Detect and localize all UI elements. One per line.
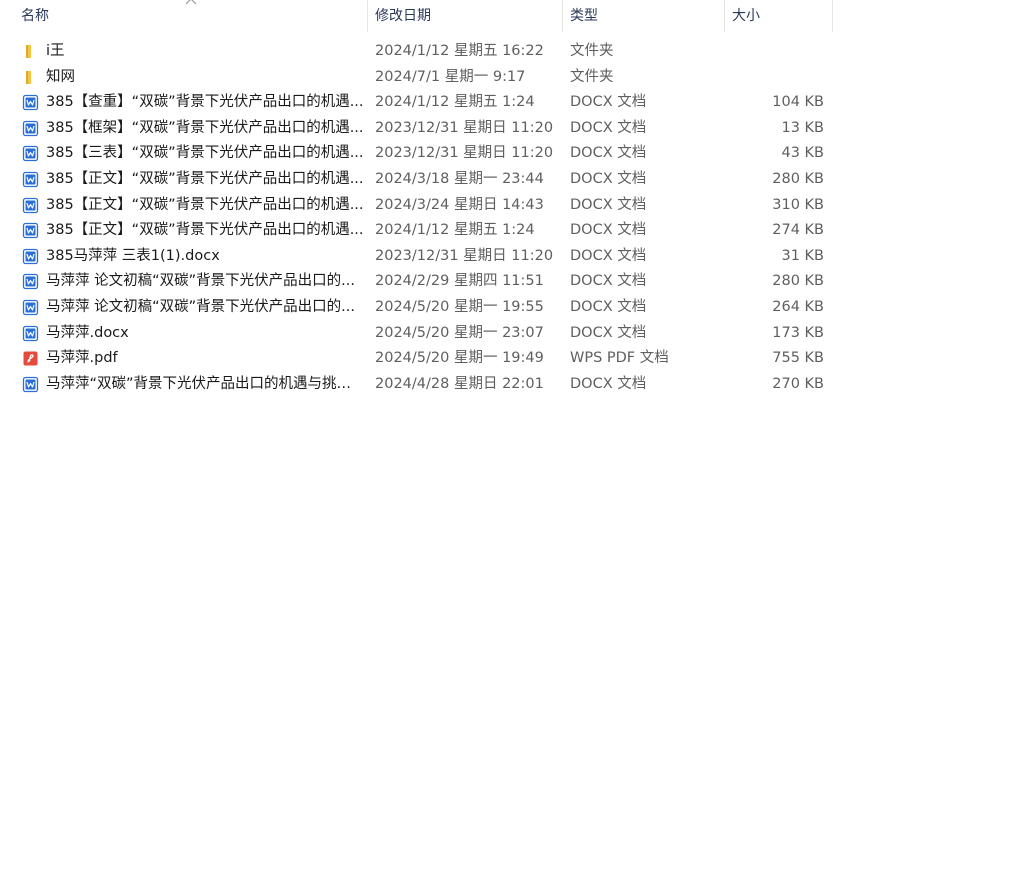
file-name: 385【框架】“双碳”背景下光伏产品出口的机遇... — [46, 119, 364, 136]
file-size: 280 KB — [772, 170, 824, 187]
file-row[interactable]: 385【正文】“双碳”背景下光伏产品出口的机遇... 2024/3/18 星期一… — [0, 167, 1024, 193]
docx-file-icon — [22, 376, 39, 393]
docx-file-icon — [22, 171, 39, 188]
file-size: 104 KB — [772, 94, 824, 111]
file-modified-date: 2024/3/18 星期一 23:44 — [375, 170, 544, 187]
file-modified-date: 2023/12/31 星期日 11:20 — [375, 247, 554, 264]
file-name: 马萍萍 论文初稿“双碳”背景下光伏产品出口的... — [46, 298, 355, 315]
docx-file-icon — [22, 299, 39, 316]
file-name: 马萍萍 论文初稿“双碳”背景下光伏产品出口的... — [46, 273, 355, 290]
file-row[interactable]: 385马萍萍 三表1(1).docx 2023/12/31 星期日 11:20 … — [0, 244, 1024, 270]
file-type: DOCX 文档 — [570, 196, 647, 213]
column-header-row: 名称 修改日期 类型 大小 — [0, 0, 1024, 32]
file-modified-date: 2024/5/20 星期一 19:55 — [375, 298, 544, 315]
file-type: DOCX 文档 — [570, 145, 647, 162]
file-type: DOCX 文档 — [570, 273, 647, 290]
file-type: DOCX 文档 — [570, 247, 647, 264]
file-name: 385【正文】“双碳”背景下光伏产品出口的机遇... — [46, 222, 364, 239]
file-name: 385【三表】“双碳”背景下光伏产品出口的机遇... — [46, 145, 364, 162]
file-rows: i王 2024/1/12 星期五 16:22 文件夹 知网 2024/7/1 星… — [0, 39, 1024, 397]
file-type: DOCX 文档 — [570, 170, 647, 187]
file-modified-date: 2024/1/12 星期五 1:24 — [375, 222, 535, 239]
file-row[interactable]: 马萍萍 论文初稿“双碳”背景下光伏产品出口的... 2024/5/20 星期一 … — [0, 295, 1024, 321]
file-modified-date: 2024/3/24 星期日 14:43 — [375, 196, 544, 213]
file-type: DOCX 文档 — [570, 119, 647, 136]
file-name: 马萍萍.pdf — [46, 350, 118, 367]
file-row[interactable]: 知网 2024/7/1 星期一 9:17 文件夹 — [0, 65, 1024, 91]
column-header-type[interactable]: 类型 — [562, 0, 724, 32]
file-row[interactable]: 马萍萍.docx 2024/5/20 星期一 23:07 DOCX 文档 173… — [0, 321, 1024, 347]
file-modified-date: 2023/12/31 星期日 11:20 — [375, 119, 554, 136]
file-list: 名称 修改日期 类型 大小 i王 2024/1/12 星期五 16:22 文件夹… — [0, 0, 1024, 878]
file-modified-date: 2023/12/31 星期日 11:20 — [375, 145, 554, 162]
file-type: DOCX 文档 — [570, 324, 647, 341]
file-row[interactable]: 385【三表】“双碳”背景下光伏产品出口的机遇... 2023/12/31 星期… — [0, 141, 1024, 167]
file-name: 385【正文】“双碳”背景下光伏产品出口的机遇... — [46, 196, 364, 213]
file-row[interactable]: 385【正文】“双碳”背景下光伏产品出口的机遇... 2024/3/24 星期日… — [0, 193, 1024, 219]
file-size: 173 KB — [772, 324, 824, 341]
file-row[interactable]: 385【查重】“双碳”背景下光伏产品出口的机遇... 2024/1/12 星期五… — [0, 90, 1024, 116]
docx-file-icon — [22, 273, 39, 290]
file-name: 马萍萍“双碳”背景下光伏产品出口的机遇与挑战... — [46, 375, 364, 392]
file-type: 文件夹 — [570, 68, 614, 85]
file-name: 385【查重】“双碳”背景下光伏产品出口的机遇... — [46, 94, 364, 111]
file-name: 385【正文】“双碳”背景下光伏产品出口的机遇... — [46, 170, 364, 187]
file-modified-date: 2024/5/20 星期一 23:07 — [375, 324, 544, 341]
file-modified-date: 2024/1/12 星期五 16:22 — [375, 43, 544, 59]
file-modified-date: 2024/7/1 星期一 9:17 — [375, 68, 526, 85]
column-divider[interactable] — [832, 0, 833, 32]
file-type: DOCX 文档 — [570, 222, 647, 239]
file-name: 385马萍萍 三表1(1).docx — [46, 247, 220, 264]
file-row[interactable]: 385【正文】“双碳”背景下光伏产品出口的机遇... 2024/1/12 星期五… — [0, 218, 1024, 244]
file-size: 755 KB — [772, 350, 824, 367]
column-header-size[interactable]: 大小 — [724, 0, 832, 32]
file-type: DOCX 文档 — [570, 375, 647, 392]
docx-file-icon — [22, 222, 39, 239]
file-size — [724, 39, 824, 65]
folder-icon — [22, 43, 39, 60]
docx-file-icon — [22, 145, 39, 162]
file-name: 马萍萍.docx — [46, 324, 129, 341]
file-size: 270 KB — [772, 375, 824, 392]
file-row[interactable]: 马萍萍 论文初稿“双碳”背景下光伏产品出口的... 2024/2/29 星期四 … — [0, 269, 1024, 295]
file-type: DOCX 文档 — [570, 298, 647, 315]
file-type: WPS PDF 文档 — [570, 350, 669, 367]
docx-file-icon — [22, 325, 39, 342]
file-size: 310 KB — [772, 196, 824, 213]
docx-file-icon — [22, 94, 39, 111]
file-name: 知网 — [46, 68, 75, 85]
file-size — [724, 65, 824, 91]
file-size: 280 KB — [772, 273, 824, 290]
file-modified-date: 2024/1/12 星期五 1:24 — [375, 94, 535, 111]
sort-ascending-icon — [185, 0, 197, 5]
file-type: DOCX 文档 — [570, 94, 647, 111]
file-size: 274 KB — [772, 222, 824, 239]
file-modified-date: 2024/4/28 星期日 22:01 — [375, 375, 544, 392]
file-size: 264 KB — [772, 298, 824, 315]
file-row[interactable]: 385【框架】“双碳”背景下光伏产品出口的机遇... 2023/12/31 星期… — [0, 116, 1024, 142]
pdf-file-icon — [22, 350, 39, 367]
file-size: 31 KB — [781, 247, 824, 264]
folder-icon — [22, 69, 39, 86]
docx-file-icon — [22, 197, 39, 214]
docx-file-icon — [22, 120, 39, 137]
column-header-date[interactable]: 修改日期 — [367, 0, 562, 32]
file-size: 13 KB — [781, 119, 824, 136]
file-type: 文件夹 — [570, 43, 614, 59]
file-size: 43 KB — [781, 145, 824, 162]
file-row[interactable]: 马萍萍.pdf 2024/5/20 星期一 19:49 WPS PDF 文档 7… — [0, 346, 1024, 372]
file-modified-date: 2024/2/29 星期四 11:51 — [375, 273, 544, 290]
file-name: i王 — [46, 43, 65, 59]
docx-file-icon — [22, 248, 39, 265]
file-modified-date: 2024/5/20 星期一 19:49 — [375, 350, 544, 367]
file-row[interactable]: 马萍萍“双碳”背景下光伏产品出口的机遇与挑战... 2024/4/28 星期日 … — [0, 372, 1024, 398]
file-row[interactable]: i王 2024/1/12 星期五 16:22 文件夹 — [0, 39, 1024, 65]
